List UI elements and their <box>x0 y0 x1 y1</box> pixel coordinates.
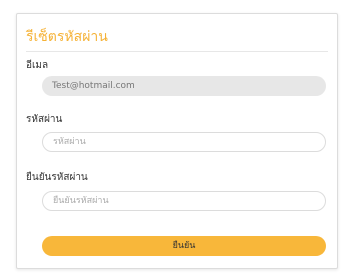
title-divider <box>26 51 328 52</box>
password-input[interactable]: รหัสผ่าน <box>42 132 326 152</box>
confirm-password-input[interactable]: ยืนยันรหัสผ่าน <box>42 191 326 211</box>
page-title: รีเซ็ตรหัสผ่าน <box>26 29 108 45</box>
confirm-password-label: ยืนยันรหัสผ่าน <box>26 172 88 183</box>
confirm-button[interactable]: ยืนยัน <box>42 236 326 256</box>
page: รีเซ็ตรหัสผ่าน อีเมล Test@hotmail.com รห… <box>0 0 354 280</box>
email-field: Test@hotmail.com <box>42 76 326 96</box>
email-label: อีเมล <box>26 60 49 71</box>
password-label: รหัสผ่าน <box>26 114 63 125</box>
